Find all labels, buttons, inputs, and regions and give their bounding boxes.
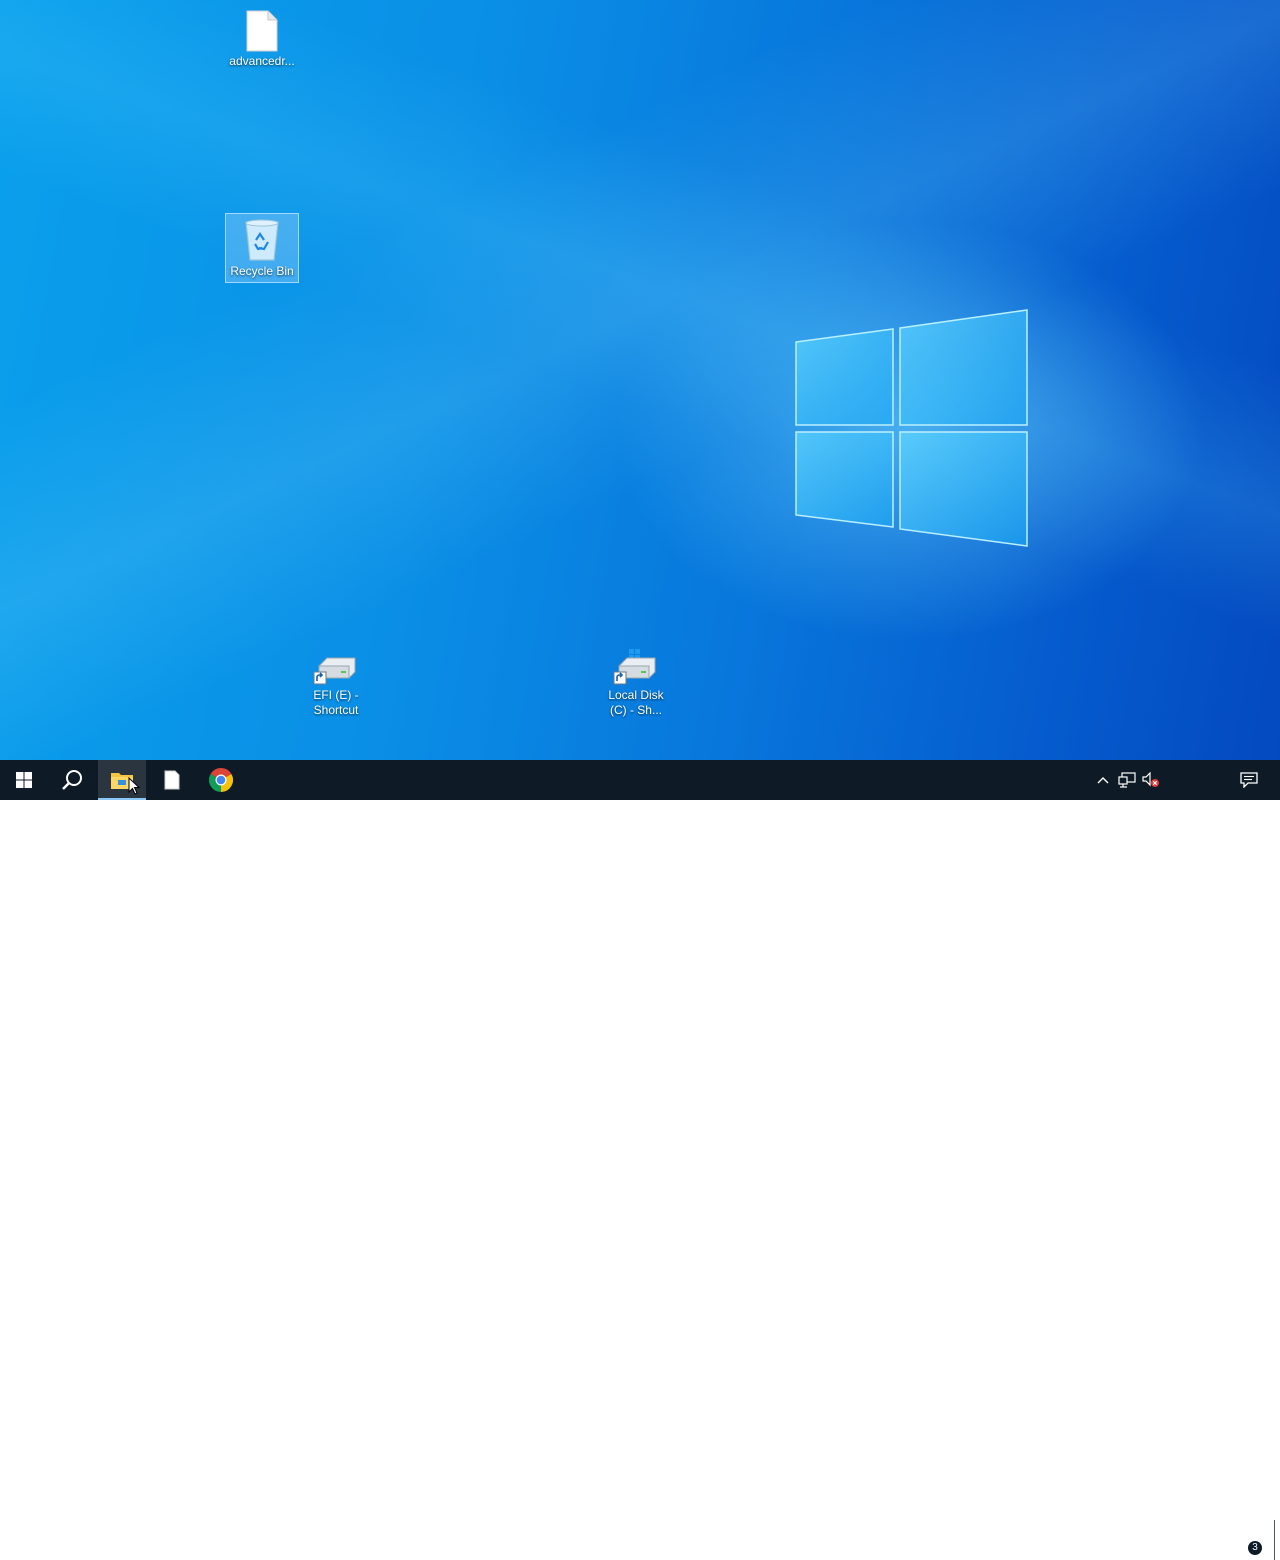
document-icon (164, 770, 180, 790)
search-icon (62, 770, 82, 790)
search-button[interactable] (48, 760, 96, 800)
desktop-icon-label-line2: (C) - Sh... (609, 703, 662, 717)
notification-count: 3 (1248, 1541, 1262, 1555)
desktop-icon-label: advancedr... (229, 54, 295, 68)
taskbar-document[interactable] (148, 760, 196, 800)
desktop-icon-label-line2: Shortcut (313, 703, 359, 717)
desktop-icon-label: Recycle Bin (230, 264, 294, 278)
notification-icon (1240, 772, 1258, 788)
action-center-button[interactable] (1236, 760, 1262, 800)
taskbar-chrome[interactable] (197, 760, 245, 800)
volume-button[interactable] (1141, 760, 1161, 800)
drive-shortcut-icon (613, 649, 656, 685)
desktop-background[interactable]: advancedr... Recycle Bin EFI (E) - Short… (0, 0, 1280, 760)
desktop-icon-recycle-bin[interactable]: Recycle Bin (225, 213, 299, 283)
windows-logo-wallpaper (795, 309, 1028, 547)
start-button[interactable] (0, 760, 48, 800)
document-icon (246, 10, 278, 52)
volume-muted-icon (1142, 772, 1159, 787)
network-button[interactable] (1117, 760, 1137, 800)
show-desktop-button[interactable] (1274, 1520, 1280, 1560)
show-hidden-icons-button[interactable] (1094, 760, 1112, 800)
windows-start-icon (16, 772, 32, 788)
desktop-icon-label-line1: Local Disk (608, 688, 664, 702)
desktop-icon-label-line1: EFI (E) - (313, 688, 359, 702)
drive-shortcut-icon (313, 657, 356, 685)
desktop-icon-local-disk-shortcut[interactable]: Local Disk (C) - Sh... (599, 645, 673, 717)
chevron-up-icon (1097, 777, 1109, 784)
desktop-icon-efi-shortcut[interactable]: EFI (E) - Shortcut (299, 648, 373, 717)
desktop-icon-file[interactable]: advancedr... (225, 6, 299, 74)
chrome-icon (209, 768, 233, 792)
clock-date: 6/8/2023 (1171, 1540, 1219, 1554)
recycle-bin-icon (245, 219, 279, 261)
taskbar: 10:40 PM 6/8/2023 3 (0, 760, 1280, 1560)
clock-time: 10:40 PM (1169, 1523, 1221, 1537)
mouse-cursor (128, 777, 140, 795)
network-icon (1118, 772, 1136, 788)
taskbar-file-explorer[interactable] (98, 760, 146, 800)
